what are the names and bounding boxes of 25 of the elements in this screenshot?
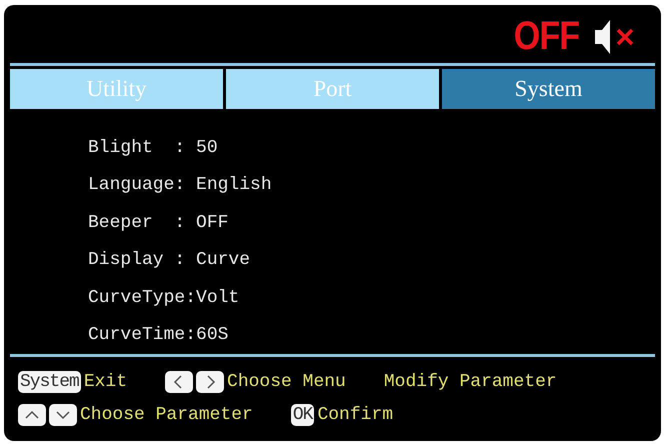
tab[interactable]: System: [442, 69, 655, 109]
setting-value[interactable]: Curve: [196, 250, 250, 270]
setting-value[interactable]: English: [196, 175, 272, 196]
setting-value[interactable]: OFF: [196, 212, 228, 233]
hint-text: Exit: [84, 372, 128, 392]
key-label: System: [18, 370, 81, 392]
setting-label: CurveTime:: [88, 325, 196, 346]
hint-text: Choose Menu: [227, 372, 346, 392]
chevron-down-icon: [56, 410, 70, 419]
chevron-right-icon: [208, 374, 216, 388]
setting-value[interactable]: 60S: [196, 325, 228, 346]
setting-label: CurveType:: [88, 288, 196, 308]
setting-value[interactable]: 50: [196, 138, 218, 158]
sound-status: OFF: [514, 14, 580, 59]
hint-text: Confirm: [317, 404, 394, 424]
chevron-left-icon: [174, 374, 182, 388]
setting-value[interactable]: Volt: [196, 288, 240, 308]
key-label: OK: [290, 404, 314, 426]
hint-text: Modify Parameter: [384, 372, 557, 392]
setting-label: Display :: [88, 250, 186, 270]
hint-text: Choose Parameter: [80, 404, 253, 424]
setting-label: Beeper :: [88, 212, 186, 233]
setting-label: Blight :: [88, 138, 186, 158]
setting-label: Language:: [88, 175, 186, 196]
chevron-up-icon: [25, 410, 39, 418]
